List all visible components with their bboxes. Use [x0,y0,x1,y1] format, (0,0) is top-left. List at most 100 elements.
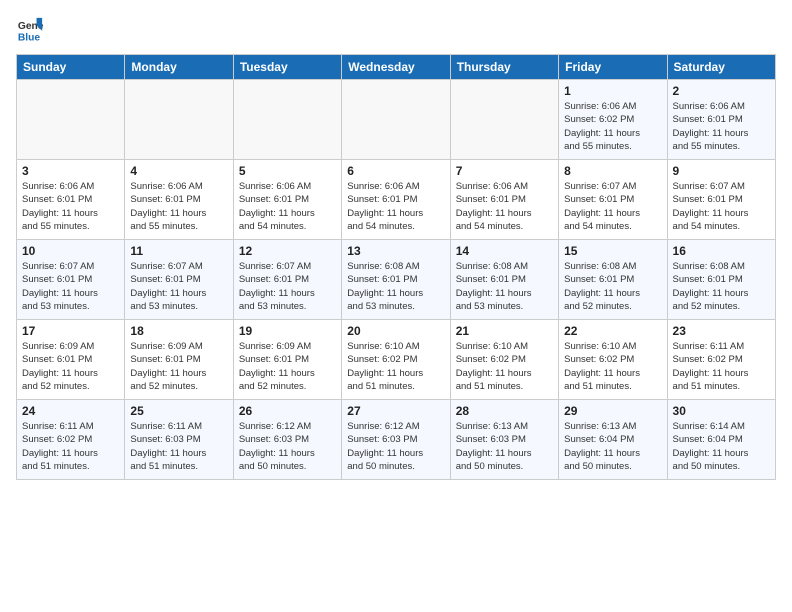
logo-icon: General Blue [16,16,44,44]
calendar-cell: 3 Sunrise: 6:06 AM Sunset: 6:01 PM Daylig… [17,160,125,240]
day-number: 14 [456,244,553,258]
calendar-cell [342,80,450,160]
day-number: 30 [673,404,770,418]
calendar-cell [125,80,233,160]
day-info: Sunrise: 6:09 AM Sunset: 6:01 PM Dayligh… [239,340,336,393]
day-number: 11 [130,244,227,258]
day-number: 15 [564,244,661,258]
calendar-body: 1 Sunrise: 6:06 AM Sunset: 6:02 PM Daylig… [17,80,776,480]
calendar-cell: 10 Sunrise: 6:07 AM Sunset: 6:01 PM Dayli… [17,240,125,320]
calendar-cell: 17Sunrise: 6:09 AM Sunset: 6:01 PM Dayli… [17,320,125,400]
day-number: 18 [130,324,227,338]
calendar-cell: 27 Sunrise: 6:12 AM Sunset: 6:03 PM Dayli… [342,400,450,480]
calendar-cell: 15 Sunrise: 6:08 AM Sunset: 6:01 PM Dayli… [559,240,667,320]
weekday-header: Monday [125,55,233,80]
day-number: 25 [130,404,227,418]
calendar-week-row: 24 Sunrise: 6:11 AM Sunset: 6:02 PM Dayli… [17,400,776,480]
day-number: 4 [130,164,227,178]
day-info: Sunrise: 6:06 AM Sunset: 6:02 PM Dayligh… [564,100,661,153]
day-number: 2 [673,84,770,98]
calendar-cell [450,80,558,160]
day-info: Sunrise: 6:10 AM Sunset: 6:02 PM Dayligh… [347,340,444,393]
day-info: Sunrise: 6:13 AM Sunset: 6:04 PM Dayligh… [564,420,661,473]
day-number: 10 [22,244,119,258]
day-info: Sunrise: 6:08 AM Sunset: 6:01 PM Dayligh… [673,260,770,313]
day-number: 20 [347,324,444,338]
calendar-cell: 19 Sunrise: 6:09 AM Sunset: 6:01 PM Dayli… [233,320,341,400]
day-number: 22 [564,324,661,338]
day-number: 13 [347,244,444,258]
page-header: General Blue [16,16,776,44]
calendar-cell: 26Sunrise: 6:12 AM Sunset: 6:03 PM Dayli… [233,400,341,480]
calendar-cell: 29Sunrise: 6:13 AM Sunset: 6:04 PM Dayli… [559,400,667,480]
day-info: Sunrise: 6:06 AM Sunset: 6:01 PM Dayligh… [673,100,770,153]
day-info: Sunrise: 6:11 AM Sunset: 6:02 PM Dayligh… [22,420,119,473]
calendar-cell: 2 Sunrise: 6:06 AM Sunset: 6:01 PM Daylig… [667,80,775,160]
calendar-cell: 8 Sunrise: 6:07 AM Sunset: 6:01 PM Daylig… [559,160,667,240]
day-info: Sunrise: 6:11 AM Sunset: 6:03 PM Dayligh… [130,420,227,473]
weekday-header: Tuesday [233,55,341,80]
day-info: Sunrise: 6:08 AM Sunset: 6:01 PM Dayligh… [564,260,661,313]
calendar-cell: 12 Sunrise: 6:07 AM Sunset: 6:01 PM Dayli… [233,240,341,320]
calendar-cell: 9 Sunrise: 6:07 AM Sunset: 6:01 PM Daylig… [667,160,775,240]
calendar-cell: 28 Sunrise: 6:13 AM Sunset: 6:03 PM Dayli… [450,400,558,480]
calendar-cell: 1 Sunrise: 6:06 AM Sunset: 6:02 PM Daylig… [559,80,667,160]
day-number: 9 [673,164,770,178]
calendar-cell [233,80,341,160]
day-number: 8 [564,164,661,178]
calendar-cell: 20 Sunrise: 6:10 AM Sunset: 6:02 PM Dayli… [342,320,450,400]
weekday-row: SundayMondayTuesdayWednesdayThursdayFrid… [17,55,776,80]
day-info: Sunrise: 6:14 AM Sunset: 6:04 PM Dayligh… [673,420,770,473]
day-info: Sunrise: 6:07 AM Sunset: 6:01 PM Dayligh… [239,260,336,313]
weekday-header: Saturday [667,55,775,80]
day-info: Sunrise: 6:10 AM Sunset: 6:02 PM Dayligh… [564,340,661,393]
calendar-cell: 30 Sunrise: 6:14 AM Sunset: 6:04 PM Dayli… [667,400,775,480]
day-number: 1 [564,84,661,98]
day-info: Sunrise: 6:10 AM Sunset: 6:02 PM Dayligh… [456,340,553,393]
weekday-header: Sunday [17,55,125,80]
day-number: 28 [456,404,553,418]
day-number: 24 [22,404,119,418]
weekday-header: Thursday [450,55,558,80]
day-info: Sunrise: 6:09 AM Sunset: 6:01 PM Dayligh… [130,340,227,393]
day-info: Sunrise: 6:09 AM Sunset: 6:01 PM Dayligh… [22,340,119,393]
calendar-cell: 11 Sunrise: 6:07 AM Sunset: 6:01 PM Dayli… [125,240,233,320]
calendar-week-row: 1 Sunrise: 6:06 AM Sunset: 6:02 PM Daylig… [17,80,776,160]
calendar-cell: 14 Sunrise: 6:08 AM Sunset: 6:01 PM Dayli… [450,240,558,320]
calendar-week-row: 3 Sunrise: 6:06 AM Sunset: 6:01 PM Daylig… [17,160,776,240]
day-info: Sunrise: 6:06 AM Sunset: 6:01 PM Dayligh… [22,180,119,233]
day-number: 26 [239,404,336,418]
day-info: Sunrise: 6:06 AM Sunset: 6:01 PM Dayligh… [239,180,336,233]
day-info: Sunrise: 6:08 AM Sunset: 6:01 PM Dayligh… [456,260,553,313]
calendar-cell: 4 Sunrise: 6:06 AM Sunset: 6:01 PM Daylig… [125,160,233,240]
day-info: Sunrise: 6:12 AM Sunset: 6:03 PM Dayligh… [347,420,444,473]
day-info: Sunrise: 6:07 AM Sunset: 6:01 PM Dayligh… [22,260,119,313]
calendar-cell: 23Sunrise: 6:11 AM Sunset: 6:02 PM Dayli… [667,320,775,400]
day-info: Sunrise: 6:06 AM Sunset: 6:01 PM Dayligh… [347,180,444,233]
day-number: 23 [673,324,770,338]
calendar-cell: 18 Sunrise: 6:09 AM Sunset: 6:01 PM Dayli… [125,320,233,400]
day-info: Sunrise: 6:06 AM Sunset: 6:01 PM Dayligh… [130,180,227,233]
weekday-header: Friday [559,55,667,80]
day-info: Sunrise: 6:08 AM Sunset: 6:01 PM Dayligh… [347,260,444,313]
calendar-cell: 16Sunrise: 6:08 AM Sunset: 6:01 PM Dayli… [667,240,775,320]
logo: General Blue [16,16,48,44]
day-number: 5 [239,164,336,178]
day-info: Sunrise: 6:07 AM Sunset: 6:01 PM Dayligh… [673,180,770,233]
day-info: Sunrise: 6:07 AM Sunset: 6:01 PM Dayligh… [564,180,661,233]
day-number: 21 [456,324,553,338]
day-number: 27 [347,404,444,418]
calendar-cell [17,80,125,160]
day-number: 12 [239,244,336,258]
calendar-cell: 21 Sunrise: 6:10 AM Sunset: 6:02 PM Dayli… [450,320,558,400]
calendar-cell: 25 Sunrise: 6:11 AM Sunset: 6:03 PM Dayli… [125,400,233,480]
svg-text:Blue: Blue [18,32,41,43]
day-number: 19 [239,324,336,338]
day-number: 3 [22,164,119,178]
day-info: Sunrise: 6:07 AM Sunset: 6:01 PM Dayligh… [130,260,227,313]
calendar-week-row: 17Sunrise: 6:09 AM Sunset: 6:01 PM Dayli… [17,320,776,400]
day-info: Sunrise: 6:06 AM Sunset: 6:01 PM Dayligh… [456,180,553,233]
calendar-cell: 13 Sunrise: 6:08 AM Sunset: 6:01 PM Dayli… [342,240,450,320]
day-info: Sunrise: 6:13 AM Sunset: 6:03 PM Dayligh… [456,420,553,473]
calendar-week-row: 10 Sunrise: 6:07 AM Sunset: 6:01 PM Dayli… [17,240,776,320]
